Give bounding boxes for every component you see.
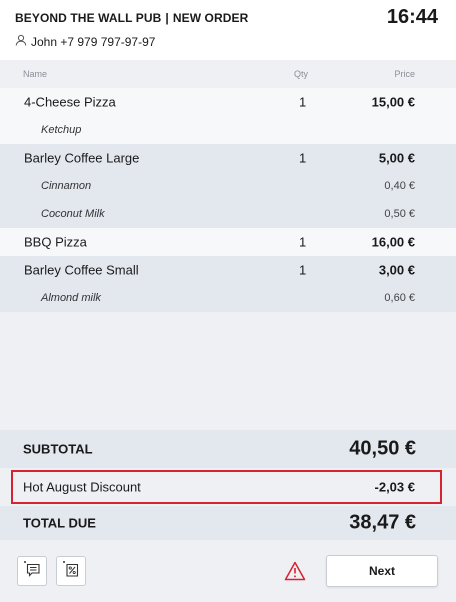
modifier-row[interactable]: Cinnamon 0,40 €	[0, 172, 456, 200]
column-price-header: Price	[394, 69, 415, 79]
order-item-row[interactable]: Barley Coffee Small 1 3,00 €	[0, 256, 456, 284]
item-price: 15,00 €	[371, 94, 415, 110]
item-price: 16,00 €	[371, 234, 415, 250]
modifier-row[interactable]: Ketchup	[0, 116, 456, 144]
clock: 16:44	[386, 6, 438, 28]
modifier-price: 0,50 €	[384, 208, 415, 220]
user-icon	[15, 34, 31, 49]
item-name: BBQ Pizza	[24, 234, 87, 250]
modifier-name: Coconut Milk	[41, 208, 105, 220]
title-separator: |	[165, 11, 169, 25]
item-price: 3,00 €	[378, 262, 415, 278]
header: BEYOND THE WALL PUB | NEW ORDER 16:44 John…	[0, 0, 456, 60]
column-name-header: Name	[23, 69, 48, 79]
modifier-row[interactable]: Almond milk 0,60 €	[0, 284, 456, 312]
order-item-row[interactable]: BBQ Pizza 1 16,00 €	[0, 228, 456, 256]
modifier-name: Almond milk	[41, 292, 101, 304]
discount-row[interactable]: Hot August Discount -2,03 €	[0, 468, 456, 506]
customer-label: John +7 979 797-97-97	[31, 34, 156, 49]
item-name: 4-Cheese Pizza	[24, 94, 116, 110]
column-headers: Name Qty Price	[0, 60, 456, 88]
customer-info[interactable]: John +7 979 797-97-97	[15, 34, 155, 49]
subtotal-label: SUBTOTAL	[23, 441, 93, 457]
add-discount-button[interactable]	[56, 556, 86, 586]
totals: SUBTOTAL 40,50 € Hot August Discount -2,…	[0, 430, 456, 540]
modifier-price: 0,40 €	[384, 180, 415, 192]
warning-icon[interactable]	[284, 561, 306, 586]
modifier-row[interactable]: Coconut Milk 0,50 €	[0, 200, 456, 228]
item-qty: 1	[299, 262, 307, 278]
discount-value: -2,03 €	[374, 479, 415, 495]
item-qty: 1	[299, 234, 307, 250]
discount-label: Hot August Discount	[23, 479, 141, 495]
footer-toolbar: Next	[0, 540, 456, 602]
order-mode: NEW ORDER	[172, 11, 249, 25]
order-item-row[interactable]: Barley Coffee Large 1 5,00 €	[0, 144, 456, 172]
modifier-name: Cinnamon	[41, 180, 92, 192]
subtotal-row: SUBTOTAL 40,50 €	[0, 430, 456, 468]
page-title: BEYOND THE WALL PUB | NEW ORDER	[15, 11, 248, 25]
item-name: Barley Coffee Small	[24, 262, 139, 278]
order-item-row[interactable]: 4-Cheese Pizza 1 15,00 €	[0, 88, 456, 116]
modifier-name: Ketchup	[41, 124, 82, 136]
order-list: Name Qty Price 4-Cheese Pizza 1 15,00 € Ket…	[0, 60, 456, 430]
add-comment-icon	[22, 559, 42, 584]
modifier-price: 0,60 €	[384, 292, 415, 304]
item-price: 5,00 €	[378, 150, 415, 166]
add-comment-button[interactable]	[17, 556, 47, 586]
venue-name: BEYOND THE WALL PUB	[15, 11, 162, 25]
column-qty-header: Qty	[294, 69, 309, 79]
total-due-label: TOTAL DUE	[23, 515, 96, 531]
add-discount-icon	[61, 559, 81, 584]
item-name: Barley Coffee Large	[24, 150, 140, 166]
order-rows: 4-Cheese Pizza 1 15,00 € Ketchup Barley Coff…	[0, 88, 456, 312]
total-due-row: TOTAL DUE 38,47 €	[0, 506, 456, 540]
item-qty: 1	[299, 150, 307, 166]
subtotal-value: 40,50 €	[349, 437, 416, 460]
item-qty: 1	[299, 94, 307, 110]
next-button[interactable]: Next	[326, 555, 438, 587]
total-due-value: 38,47 €	[349, 511, 416, 534]
